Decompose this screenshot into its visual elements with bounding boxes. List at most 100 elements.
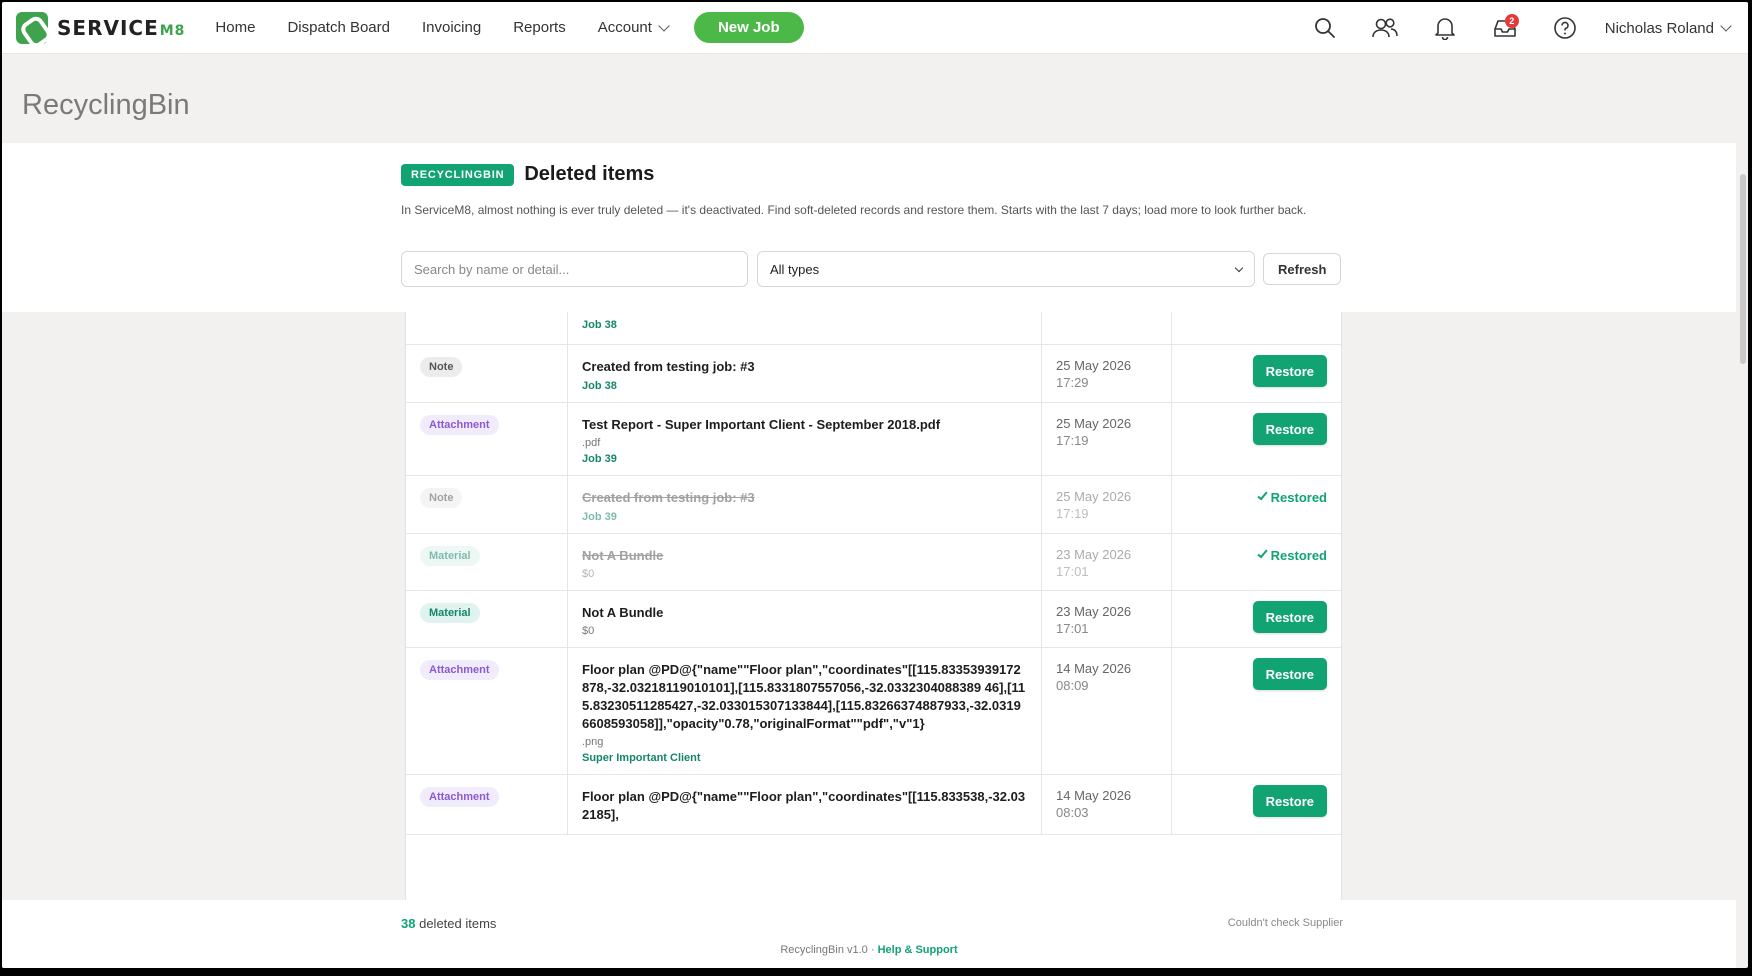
type-filter-value: All types [770,261,820,277]
action-cell: Restore [1172,345,1341,402]
restored-status: Restored [1257,547,1327,563]
action-cell: Restore [1172,775,1341,834]
deleted-time: 08:03 [1056,805,1089,820]
deleted-count-label: deleted items [419,916,497,931]
app-window: SERVICEM8 Home Dispatch Board Invoicing … [2,2,1748,968]
item-title: Created from testing job: #3 [582,359,755,374]
type-badge: Note [420,357,463,377]
table-row-partial: Job 38 [406,312,1341,345]
date-cell: 23 May 2026 17:01 [1042,534,1172,590]
item-link[interactable]: Job 38 [582,380,1027,392]
scrollbar[interactable] [1740,174,1746,364]
item-link[interactable]: Job 39 [582,511,1027,523]
user-name: Nicholas Roland [1604,19,1714,37]
item-subtitle: .png [582,736,604,748]
type-badge: Attachment [420,415,499,435]
restored-status: Restored [1257,489,1327,505]
nav-reports[interactable]: Reports [513,19,566,36]
restore-button[interactable]: Restore [1252,601,1327,633]
detail-cell: Created from testing job: #3 Job 38 [568,345,1042,402]
detail-cell: Floor plan @PD@{"name""Floor plan","coor… [568,648,1042,774]
table-row: Attachment Floor plan @PD@{"name""Floor p… [406,775,1341,835]
version-line: RecyclingBin v1.0 · Help & Support [2,944,1736,956]
user-menu[interactable]: Nicholas Roland [1604,19,1732,37]
item-title: Floor plan @PD@{"name""Floor plan","coor… [582,662,1026,731]
app-tag: RECYCLINGBIN [401,163,515,186]
date-cell: 25 May 2026 17:19 [1042,403,1172,475]
restore-button[interactable]: Restore [1252,413,1327,445]
item-title: Not A Bundle [582,605,664,620]
checkmark-icon [1257,489,1268,501]
type-cell: Material [406,591,568,647]
nav-invoicing[interactable]: Invoicing [422,19,481,36]
date-cell: 14 May 2026 08:09 [1042,648,1172,774]
checkmark-icon [1257,547,1268,559]
date-cell: 14 May 2026 08:03 [1042,775,1172,834]
deleted-date: 14 May 2026 [1056,661,1132,676]
type-badge: Material [420,546,480,566]
header-actions: 2 Nicholas Roland [1305,2,1740,54]
action-cell: Restored [1172,476,1341,533]
restored-label: Restored [1270,490,1327,505]
date-cell: 25 May 2026 17:29 [1042,345,1172,402]
item-link[interactable]: Job 39 [582,453,1027,465]
deleted-time: 17:19 [1056,506,1089,521]
nav-home[interactable]: Home [215,19,255,36]
item-subtitle: .pdf [582,437,601,449]
type-cell: Attachment [406,648,568,774]
search-input[interactable] [401,251,748,287]
refresh-button[interactable]: Refresh [1263,253,1342,285]
detail-cell: Not A Bundle $0 [568,591,1042,647]
type-badge: Note [420,488,463,508]
table-row: Note Created from testing job: #3 Job 39 25… [406,476,1341,534]
deleted-date: 23 May 2026 [1056,604,1132,619]
item-title: Created from testing job: #3 [582,490,755,505]
type-cell: Note [406,476,568,533]
action-cell: Restore [1172,591,1341,647]
detail-cell: Created from testing job: #3 Job 39 [568,476,1042,533]
chevron-down-icon [658,19,670,32]
inbox-badge: 2 [1504,14,1519,28]
deleted-time: 17:19 [1056,433,1089,448]
restore-button[interactable]: Restore [1252,355,1327,387]
type-cell: Attachment [406,403,568,475]
date-cell: 23 May 2026 17:01 [1042,591,1172,647]
table-row: Material Not A Bundle $0 23 May 2026 17:01 Re… [406,534,1341,591]
servicem8-logo[interactable]: SERVICEM8 [16,11,186,44]
people-icon[interactable] [1365,8,1405,48]
item-title: Not A Bundle [582,548,664,563]
table-row: Note Created from testing job: #3 Job 38 25… [406,345,1341,403]
new-job-button[interactable]: New Job [693,12,804,43]
type-filter-select[interactable]: All types [757,251,1255,287]
help-icon[interactable] [1545,8,1585,48]
table-row: Attachment Floor plan @PD@{"name""Floor p… [406,648,1341,775]
restore-button[interactable]: Restore [1252,785,1327,817]
type-cell: Note [406,345,568,402]
help-support-link[interactable]: Help & Support [878,944,958,956]
item-link[interactable]: Super Important Client [582,752,1027,764]
nav-dispatch-board[interactable]: Dispatch Board [287,19,390,36]
deleted-items-table[interactable]: Job 38 Note Created from testing job: #3 J… [405,312,1342,900]
bell-icon[interactable] [1425,8,1465,48]
type-badge: Attachment [420,787,499,807]
deleted-date: 23 May 2026 [1056,547,1132,562]
row-link[interactable]: Job 38 [582,319,1027,331]
inbox-icon[interactable]: 2 [1485,8,1525,48]
date-cell: 25 May 2026 17:19 [1042,476,1172,533]
type-cell: Attachment [406,775,568,834]
restore-button[interactable]: Restore [1252,658,1327,690]
detail-cell: Floor plan @PD@{"name""Floor plan","coor… [568,775,1042,834]
table-row: Material Not A Bundle $0 23 May 2026 17:01 Re… [406,591,1341,648]
page-title: RecyclingBin [22,89,190,121]
title-band: RecyclingBin [2,55,1748,143]
restored-label: Restored [1270,548,1327,563]
description: In ServiceM8, almost nothing is ever tru… [401,203,1307,217]
chevron-down-icon [1234,263,1244,272]
search-icon[interactable] [1305,8,1345,48]
deleted-time: 08:09 [1056,678,1089,693]
nav-account[interactable]: Account [598,19,670,36]
filter-controls: All types Refresh [401,251,1342,287]
top-nav: SERVICEM8 Home Dispatch Board Invoicing … [2,2,1748,54]
deleted-date: 25 May 2026 [1056,489,1132,504]
logo-text: SERVICEM8 [57,15,186,40]
